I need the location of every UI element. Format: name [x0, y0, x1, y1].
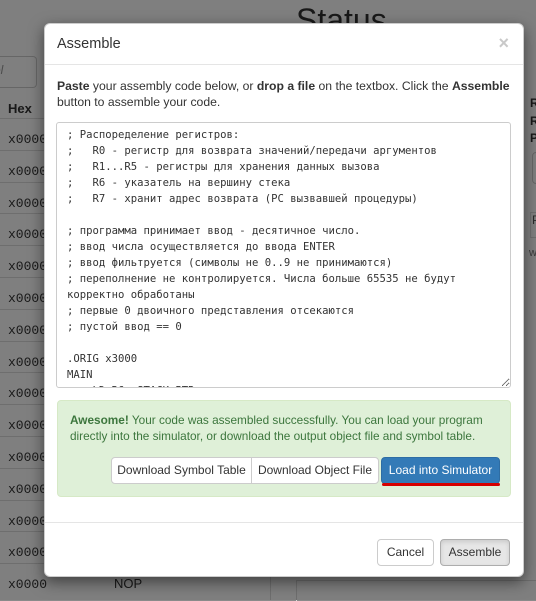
assemble-modal: Assemble × Paste your assembly code belo… — [44, 23, 524, 577]
download-symbol-table-button[interactable]: Download Symbol Table — [111, 457, 252, 484]
instr-text: button to assemble your code. — [57, 95, 221, 109]
highlight-underline — [382, 483, 500, 486]
success-alert: Awesome! Your code was assembled success… — [57, 400, 511, 497]
modal-header: Assemble × — [45, 24, 523, 65]
close-icon[interactable]: × — [498, 33, 509, 54]
instructions-text: Paste your assembly code below, or drop … — [57, 78, 513, 110]
alert-text: Your code was assembled successfully. Yo… — [70, 413, 483, 443]
code-editor[interactable]: ; Распоределение регистров: ; R0 - регис… — [56, 122, 511, 388]
instr-paste: Paste — [57, 79, 90, 93]
instr-text: on the textbox. Click the — [315, 79, 452, 93]
alert-strong: Awesome! — [70, 413, 129, 427]
modal-title: Assemble — [57, 36, 121, 52]
download-object-file-button[interactable]: Download Object File — [251, 457, 379, 484]
modal-footer: Cancel Assemble — [45, 522, 523, 576]
cancel-button[interactable]: Cancel — [377, 539, 434, 566]
instr-assemble: Assemble — [451, 79, 510, 93]
load-into-simulator-button[interactable]: Load into Simulator — [381, 457, 500, 484]
alert-message: Awesome! Your code was assembled success… — [70, 412, 490, 444]
instr-text: your assembly code below, or — [89, 79, 257, 93]
assemble-button[interactable]: Assemble — [440, 539, 510, 566]
instr-drop: drop a file — [256, 79, 316, 93]
